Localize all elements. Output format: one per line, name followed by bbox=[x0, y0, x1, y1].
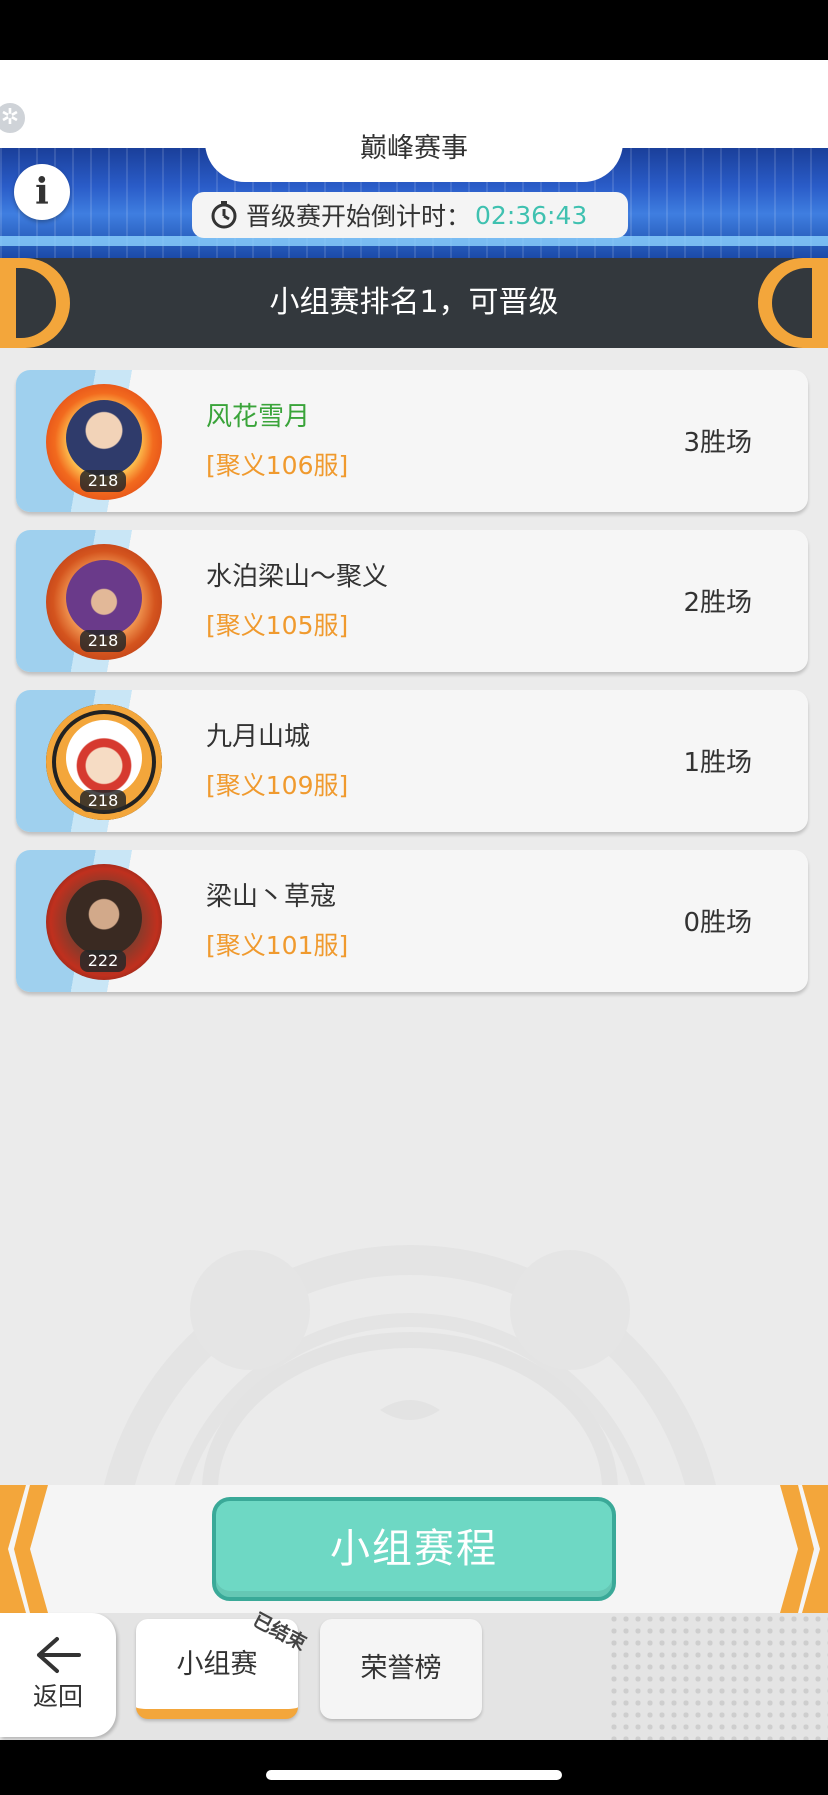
info-icon[interactable]: i bbox=[14, 164, 70, 220]
level-badge: 218 bbox=[80, 630, 126, 652]
countdown-label: 晋级赛开始倒计时： bbox=[246, 202, 472, 231]
back-label: 返回 bbox=[32, 1682, 83, 1711]
player-card[interactable]: 218 九月山城 [聚义109服] 1胜场 bbox=[16, 690, 808, 832]
player-card[interactable]: 218 风花雪月 [聚义106服] 3胜场 bbox=[16, 370, 808, 512]
level-badge: 218 bbox=[80, 470, 126, 492]
player-avatar[interactable]: 218 bbox=[46, 384, 162, 500]
player-name: 风花雪月 bbox=[206, 402, 311, 432]
player-wins: 3胜场 bbox=[683, 428, 752, 458]
rank-status-banner: 小组赛排名1，可晋级 bbox=[0, 258, 828, 348]
bottom-nav: 返回 小组赛 已结束 荣誉榜 bbox=[0, 1609, 828, 1740]
group-schedule-button[interactable]: 小组赛程 bbox=[212, 1497, 616, 1601]
back-arrow-icon bbox=[37, 1637, 81, 1673]
player-server: [聚义106服] bbox=[206, 451, 349, 480]
player-card[interactable]: 218 水泊梁山～聚义 [聚义105服] 2胜场 bbox=[16, 530, 808, 672]
player-wins: 0胜场 bbox=[683, 908, 752, 938]
tab-group-stage[interactable]: 小组赛 已结束 bbox=[136, 1609, 310, 1719]
player-server: [聚义109服] bbox=[206, 771, 349, 800]
chevron-right-icon bbox=[780, 1485, 828, 1613]
player-wins: 2胜场 bbox=[683, 588, 752, 618]
rank-status-text: 小组赛排名1，可晋级 bbox=[269, 285, 559, 320]
level-badge: 222 bbox=[80, 950, 126, 972]
back-button[interactable]: 返回 bbox=[0, 1613, 116, 1737]
countdown-timer: 晋级赛开始倒计时： 02:36:43 bbox=[192, 192, 628, 238]
level-badge: 218 bbox=[80, 790, 126, 812]
tab-honor-list[interactable]: 荣誉榜 bbox=[320, 1619, 482, 1719]
ended-badge: 已结束 bbox=[249, 1608, 310, 1656]
tab-label: 小组赛 bbox=[176, 1649, 258, 1680]
player-avatar[interactable]: 218 bbox=[46, 544, 162, 660]
status-bar bbox=[0, 0, 828, 60]
title-tab: 巅峰赛事 bbox=[205, 120, 623, 182]
player-card[interactable]: 222 梁山丶草寇 [聚义101服] 0胜场 bbox=[16, 850, 808, 992]
player-server: [聚义101服] bbox=[206, 931, 349, 960]
stopwatch-icon bbox=[211, 201, 237, 229]
player-avatar[interactable]: 222 bbox=[46, 864, 162, 980]
countdown-time: 02:36:43 bbox=[475, 200, 588, 230]
schedule-bar: 小组赛程 bbox=[0, 1485, 828, 1613]
tab-label: 荣誉榜 bbox=[360, 1653, 442, 1684]
app-screen: ✲ 巅峰赛事 i 晋级赛开始倒计时： 02:36:43 小组赛排名1，可晋级 2… bbox=[0, 60, 828, 1740]
player-avatar[interactable]: 218 bbox=[46, 704, 162, 820]
player-name: 梁山丶草寇 bbox=[206, 882, 337, 912]
player-wins: 1胜场 bbox=[683, 748, 752, 778]
player-name: 水泊梁山～聚义 bbox=[206, 562, 389, 592]
home-indicator[interactable] bbox=[266, 1770, 562, 1780]
player-name: 九月山城 bbox=[206, 722, 311, 752]
player-server: [聚义105服] bbox=[206, 611, 349, 640]
home-strip bbox=[0, 1740, 828, 1795]
chevron-left-icon bbox=[0, 1485, 48, 1613]
page-title: 巅峰赛事 bbox=[360, 133, 468, 164]
